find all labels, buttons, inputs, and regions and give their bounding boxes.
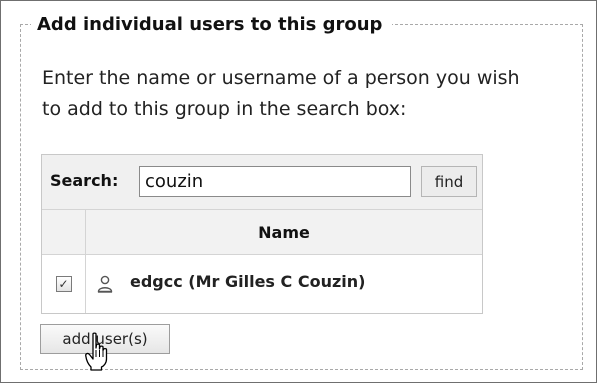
fieldset-legend: Add individual users to this group <box>31 14 393 36</box>
search-row: Search: find <box>42 155 482 210</box>
search-input[interactable] <box>139 166 411 197</box>
find-button[interactable]: find <box>421 166 477 197</box>
user-search-table: Search: find Name ✓ edgcc (Mr Gilles C C… <box>41 154 483 314</box>
instructions-text: Enter the name or username of a person y… <box>42 67 520 120</box>
header-select-cell <box>42 210 86 254</box>
user-select-checkbox[interactable]: ✓ <box>55 276 72 292</box>
user-icon <box>97 275 113 293</box>
user-name-cell[interactable]: edgcc (Mr Gilles C Couzin) <box>130 272 365 291</box>
hand-pointer-icon <box>85 332 108 371</box>
table-row: ✓ edgcc (Mr Gilles C Couzin) <box>42 255 482 313</box>
table-header-row: Name <box>42 210 482 255</box>
row-select-cell: ✓ <box>42 255 86 313</box>
column-header-name: Name <box>258 222 310 242</box>
search-label: Search: <box>50 171 119 190</box>
